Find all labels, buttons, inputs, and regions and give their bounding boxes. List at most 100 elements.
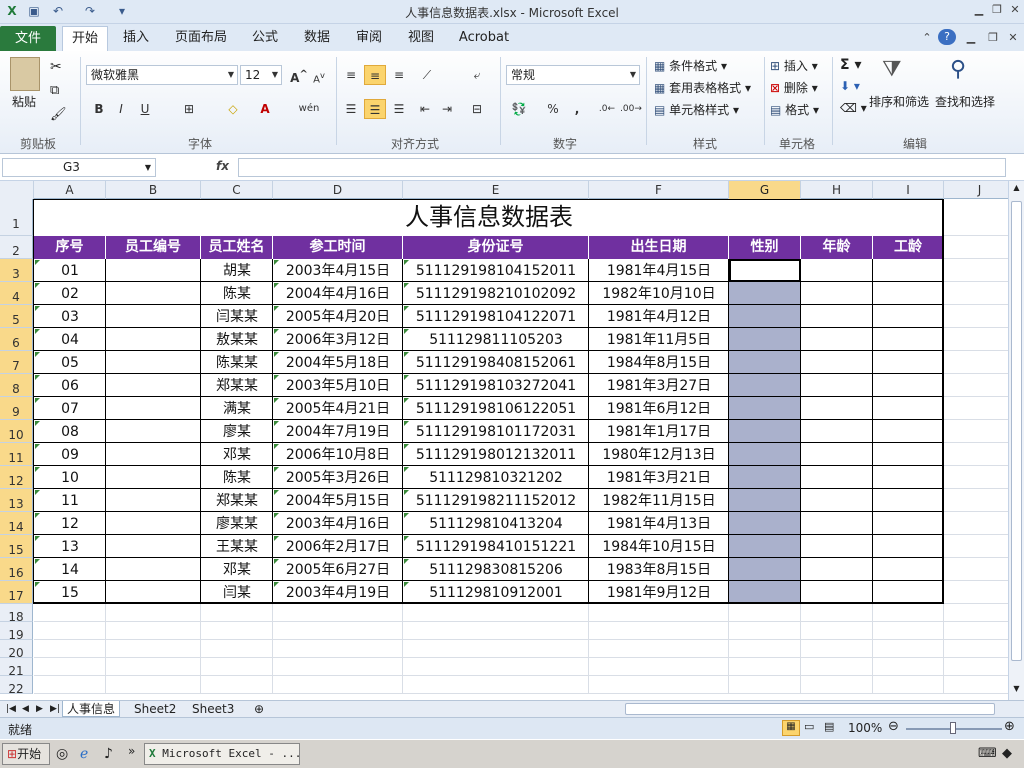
zoom-in-icon[interactable]: ⊕ bbox=[1004, 719, 1015, 734]
column-header[interactable]: C bbox=[201, 181, 273, 199]
cell-styles-button[interactable]: ▤ 单元格样式 ▾ bbox=[654, 101, 739, 118]
row-header[interactable]: 17 bbox=[0, 581, 33, 604]
row-header[interactable]: 20 bbox=[0, 640, 33, 660]
column-header[interactable]: G bbox=[729, 181, 801, 199]
row-header[interactable]: 19 bbox=[0, 622, 33, 642]
sort-filter-button[interactable]: 排序和筛选 bbox=[869, 93, 929, 110]
select-all-button[interactable] bbox=[0, 181, 34, 199]
phonetic-icon[interactable]: wén bbox=[298, 99, 320, 119]
tab-acrobat[interactable]: Acrobat bbox=[452, 26, 516, 51]
row-header[interactable]: 12 bbox=[0, 466, 33, 489]
row-header[interactable]: 4 bbox=[0, 282, 33, 305]
scroll-down-icon[interactable]: ▼ bbox=[1011, 684, 1022, 696]
column-header[interactable]: J bbox=[944, 181, 1008, 199]
ie-icon[interactable]: ℯ bbox=[80, 746, 88, 762]
percent-button[interactable]: % bbox=[542, 99, 564, 119]
align-middle-icon[interactable]: ≡ bbox=[364, 65, 386, 85]
workbook-restore-icon[interactable]: ❐ bbox=[984, 30, 1002, 46]
name-box[interactable]: G3 ▼ bbox=[2, 158, 156, 177]
borders-icon[interactable]: ⊞ bbox=[178, 99, 200, 119]
row-header[interactable]: 5 bbox=[0, 305, 33, 328]
grow-font-icon[interactable]: A^ bbox=[288, 65, 310, 85]
binoculars-icon[interactable]: ⚲ bbox=[950, 57, 966, 82]
accounting-format-icon[interactable]: 💱 bbox=[508, 99, 530, 119]
horizontal-scrollbar[interactable] bbox=[625, 703, 995, 715]
clear-icon[interactable]: ⌫ ▾ bbox=[840, 101, 867, 115]
row-header[interactable]: 7 bbox=[0, 351, 33, 374]
row-header[interactable]: 1 bbox=[0, 199, 33, 236]
row-header[interactable]: 9 bbox=[0, 397, 33, 420]
column-header[interactable]: F bbox=[589, 181, 729, 199]
help-icon[interactable]: ? bbox=[938, 29, 956, 45]
align-top-icon[interactable]: ≡ bbox=[340, 65, 362, 85]
row-header[interactable]: 2 bbox=[0, 236, 33, 259]
row-header[interactable]: 3 bbox=[0, 259, 33, 282]
tray-icon[interactable]: ◆ bbox=[1002, 746, 1012, 761]
sheet-tab[interactable]: Sheet2 bbox=[130, 701, 180, 717]
row-header[interactable]: 11 bbox=[0, 443, 33, 466]
font-color-icon[interactable]: A bbox=[254, 99, 276, 119]
underline-button[interactable]: U bbox=[134, 99, 156, 119]
cut-icon[interactable]: ✂ bbox=[50, 59, 62, 75]
sort-filter-icon[interactable]: ⧩ bbox=[882, 57, 902, 82]
format-cells-button[interactable]: ▤ 格式 ▾ bbox=[770, 101, 819, 118]
quick-launch-icon[interactable]: ◎ bbox=[56, 746, 68, 762]
taskbar-excel-button[interactable]: X Microsoft Excel - ... bbox=[144, 743, 300, 765]
minimize-icon[interactable]: ▁ bbox=[970, 2, 988, 18]
workbook-close-icon[interactable]: ✕ bbox=[1004, 30, 1022, 46]
workbook-minimize-icon[interactable]: ▁ bbox=[962, 30, 980, 46]
format-as-table-button[interactable]: ▦ 套用表格格式 ▾ bbox=[654, 79, 751, 96]
normal-view-icon[interactable]: ▦ bbox=[782, 720, 800, 736]
zoom-out-icon[interactable]: ⊖ bbox=[888, 719, 899, 734]
row-header[interactable]: 8 bbox=[0, 374, 33, 397]
tab-page-layout[interactable]: 页面布局 bbox=[170, 26, 232, 51]
tab-formulas[interactable]: 公式 bbox=[244, 26, 286, 51]
close-icon[interactable]: ✕ bbox=[1006, 2, 1024, 18]
formula-input[interactable] bbox=[238, 158, 1006, 177]
increase-indent-icon[interactable]: ⇥ bbox=[436, 99, 458, 119]
row-header[interactable]: 21 bbox=[0, 658, 33, 678]
row-header[interactable]: 15 bbox=[0, 535, 33, 558]
orientation-icon[interactable]: ⟋ bbox=[416, 65, 438, 85]
row-header[interactable]: 6 bbox=[0, 328, 33, 351]
scroll-up-icon[interactable]: ▲ bbox=[1011, 183, 1022, 195]
start-button[interactable]: ⊞开始 bbox=[2, 743, 50, 765]
tab-view[interactable]: 视图 bbox=[400, 26, 442, 51]
row-header[interactable]: 10 bbox=[0, 420, 33, 443]
insert-function-button[interactable]: fx bbox=[216, 159, 229, 173]
row-header[interactable]: 18 bbox=[0, 604, 33, 624]
row-header[interactable]: 16 bbox=[0, 558, 33, 581]
sheet-tab[interactable]: Sheet3 bbox=[188, 701, 238, 717]
sheet-nav-prev-icon[interactable]: ◀ bbox=[18, 701, 33, 717]
increase-decimal-icon[interactable]: .0← bbox=[596, 99, 618, 119]
conditional-format-button[interactable]: ▦ 条件格式 ▾ bbox=[654, 57, 727, 74]
find-select-button[interactable]: 查找和选择 bbox=[935, 93, 995, 110]
fill-icon[interactable]: ⬇ ▾ bbox=[840, 79, 860, 93]
vertical-scrollbar[interactable]: ▲ ▼ bbox=[1008, 181, 1024, 700]
fill-color-icon[interactable]: ◇ bbox=[222, 99, 244, 119]
format-painter-icon[interactable]: 🖌 bbox=[50, 107, 67, 122]
font-name-combo[interactable]: 微软雅黑 ▼ bbox=[86, 65, 238, 85]
zoom-slider-thumb[interactable] bbox=[950, 722, 956, 734]
column-header[interactable]: I bbox=[873, 181, 944, 199]
tab-file[interactable]: 文件 bbox=[0, 26, 56, 51]
number-format-combo[interactable]: 常规 ▼ bbox=[506, 65, 640, 85]
sheet-tab-active[interactable]: 人事信息 bbox=[62, 701, 121, 717]
tab-insert[interactable]: 插入 bbox=[114, 26, 158, 51]
more-icon[interactable]: » bbox=[128, 744, 135, 758]
row-header[interactable]: 13 bbox=[0, 489, 33, 512]
align-center-icon[interactable]: ☰ bbox=[364, 99, 386, 119]
align-bottom-icon[interactable]: ≡ bbox=[388, 65, 410, 85]
minimize-ribbon-icon[interactable]: ⌃ bbox=[918, 30, 936, 46]
tab-home[interactable]: 开始 bbox=[62, 26, 108, 51]
comma-button[interactable]: , bbox=[566, 99, 588, 119]
zoom-level[interactable]: 100% bbox=[848, 721, 882, 735]
row-header[interactable]: 14 bbox=[0, 512, 33, 535]
paste-button[interactable]: 粘贴 bbox=[12, 93, 36, 110]
row-header[interactable]: 22 bbox=[0, 676, 33, 696]
shrink-font-icon[interactable]: Av bbox=[308, 65, 330, 85]
insert-cells-button[interactable]: ⊞ 插入 ▾ bbox=[770, 57, 818, 74]
insert-sheet-icon[interactable]: ⊕ bbox=[250, 701, 268, 717]
copy-icon[interactable]: ⧉ bbox=[50, 83, 59, 98]
decrease-decimal-icon[interactable]: .00→ bbox=[620, 99, 642, 119]
